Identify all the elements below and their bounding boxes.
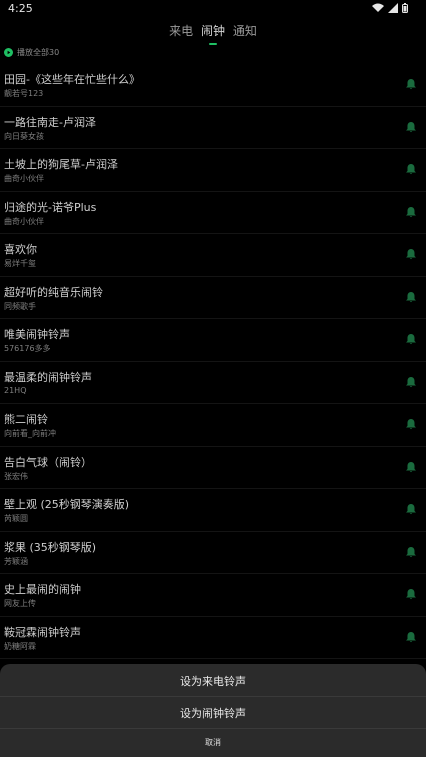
- bell-icon[interactable]: [405, 206, 417, 218]
- play-circle-icon: [4, 48, 13, 57]
- ringtone-title: 最温柔的闹钟铃声: [4, 370, 92, 384]
- ringtone-title: 归途的光-诺爷Plus: [4, 200, 97, 214]
- bell-icon[interactable]: [405, 78, 417, 90]
- bell-icon[interactable]: [405, 291, 417, 303]
- list-item[interactable]: 超好听的纯音乐闹铃同频歌手: [0, 277, 426, 319]
- cancel-button[interactable]: 取消: [0, 732, 426, 752]
- ringtone-uploader: 向前看_向前冲: [4, 429, 56, 438]
- tab-notification[interactable]: 通知: [233, 22, 257, 39]
- ringtone-title: 超好听的纯音乐闹铃: [4, 285, 103, 299]
- bell-icon[interactable]: [405, 163, 417, 175]
- ringtone-title: 土坡上的狗尾草-卢润泽: [4, 158, 118, 171]
- list-item[interactable]: 告白气球（闹铃） 张宏伟: [0, 447, 426, 489]
- wifi-icon: [372, 3, 384, 12]
- ringtone-title: 唯美闹钟铃声: [4, 328, 70, 341]
- bell-icon[interactable]: [405, 503, 417, 515]
- ringtone-title: 告白气球（闹铃）: [4, 455, 92, 469]
- bell-icon[interactable]: [405, 121, 417, 133]
- bell-icon[interactable]: [405, 333, 417, 345]
- bell-icon[interactable]: [405, 546, 417, 558]
- list-item[interactable]: 田园-《这些年在忙些什么》靓若号123: [0, 64, 426, 107]
- ringtone-uploader: 576176多多: [4, 344, 51, 353]
- ringtone-title: 史上最闹的闹钟: [4, 583, 81, 596]
- status-icons: [372, 3, 408, 13]
- ringtone-uploader: 奶糖阿霖: [4, 641, 36, 651]
- ringtone-uploader: 易烊千玺: [4, 259, 36, 268]
- list-item[interactable]: 归途的光-诺爷Plus 曲奇小伙伴: [0, 192, 426, 234]
- list-item[interactable]: 鞍冠霖闹钟铃声奶糖阿霖: [0, 617, 426, 659]
- tab-alarm[interactable]: 闹钟: [201, 22, 225, 39]
- ringtone-title: 熊二闹铃: [4, 413, 48, 426]
- signal-icon: [388, 3, 398, 13]
- play-all-button[interactable]: 播放全部30: [4, 47, 59, 58]
- bell-icon[interactable]: [405, 418, 417, 430]
- battery-icon: [402, 3, 408, 13]
- ringtone-title: 喜欢你: [4, 243, 37, 256]
- bell-icon[interactable]: [405, 588, 417, 600]
- list-item[interactable]: 唯美闹钟铃声 576176多多: [0, 319, 426, 362]
- play-all-label: 播放全部30: [17, 48, 60, 57]
- ringtone-list: 田园-《这些年在忙些什么》 靓若号123 一路往南走-卢润泽 向日葵女孩 土坡上的狗尾草…: [0, 64, 426, 659]
- ringtone-title: 壁上观 (25秒钢琴演奏版): [4, 498, 130, 511]
- ringtone-title: 一路往南走-卢润泽: [4, 115, 96, 129]
- ringtone-uploader: 网友上传: [4, 599, 36, 608]
- status-time: 4:25: [8, 2, 33, 15]
- bell-icon[interactable]: [405, 631, 417, 643]
- list-item[interactable]: 最温柔的闹钟铃声 21HQ: [0, 362, 426, 404]
- sheet-divider: [0, 728, 426, 729]
- list-item[interactable]: 壁上观 (25秒钢琴演奏版) 芮颖圆: [0, 489, 426, 532]
- status-bar: 4:25: [0, 0, 426, 18]
- list-item[interactable]: 喜欢你 易烊千玺: [0, 234, 426, 277]
- ringtone-title: 浆果 (35秒钢琴版): [4, 540, 97, 554]
- bell-icon[interactable]: [405, 248, 417, 260]
- ringtone-title: 田园-《这些年在忙些什么》: [4, 73, 140, 86]
- ringtone-uploader: 曲奇小伙伴: [4, 174, 44, 183]
- ringtone-uploader: 芳颖涵: [4, 556, 28, 566]
- list-item[interactable]: 浆果 (35秒钢琴版) 芳颖涵: [0, 532, 426, 574]
- ringtone-uploader: 靓若号123: [4, 89, 44, 98]
- ringtone-uploader: 芮颖圆: [4, 514, 28, 523]
- action-sheet: 设为来电铃声 设为闹钟铃声 取消: [0, 664, 426, 757]
- ringtone-title: 鞍冠霖闹钟铃声: [4, 625, 81, 639]
- bell-icon[interactable]: [405, 376, 417, 388]
- set-alarm-button[interactable]: 设为闹钟铃声: [0, 699, 426, 727]
- ringtone-uploader: 21HQ: [4, 385, 27, 395]
- ringtone-uploader: 向日葵女孩: [4, 131, 44, 141]
- list-item[interactable]: 土坡上的狗尾草-卢润泽曲奇小伙伴: [0, 149, 426, 192]
- ringtone-uploader: 曲奇小伙伴: [4, 216, 44, 226]
- list-item[interactable]: 熊二闹铃向前看_向前冲: [0, 404, 426, 447]
- ringtone-uploader: 同频歌手: [4, 301, 36, 311]
- list-item[interactable]: 一路往南走-卢润泽向日葵女孩: [0, 107, 426, 149]
- sheet-divider: [0, 696, 426, 697]
- tab-incoming-call[interactable]: 来电: [169, 22, 193, 39]
- ringtone-uploader: 张宏伟: [4, 471, 28, 481]
- list-item[interactable]: 史上最闹的闹钟网友上传: [0, 574, 426, 617]
- set-ringtone-button[interactable]: 设为来电铃声: [0, 667, 426, 695]
- ringtone-type-tabs: 来电 闹钟 通知: [0, 22, 426, 39]
- bell-icon[interactable]: [405, 461, 417, 473]
